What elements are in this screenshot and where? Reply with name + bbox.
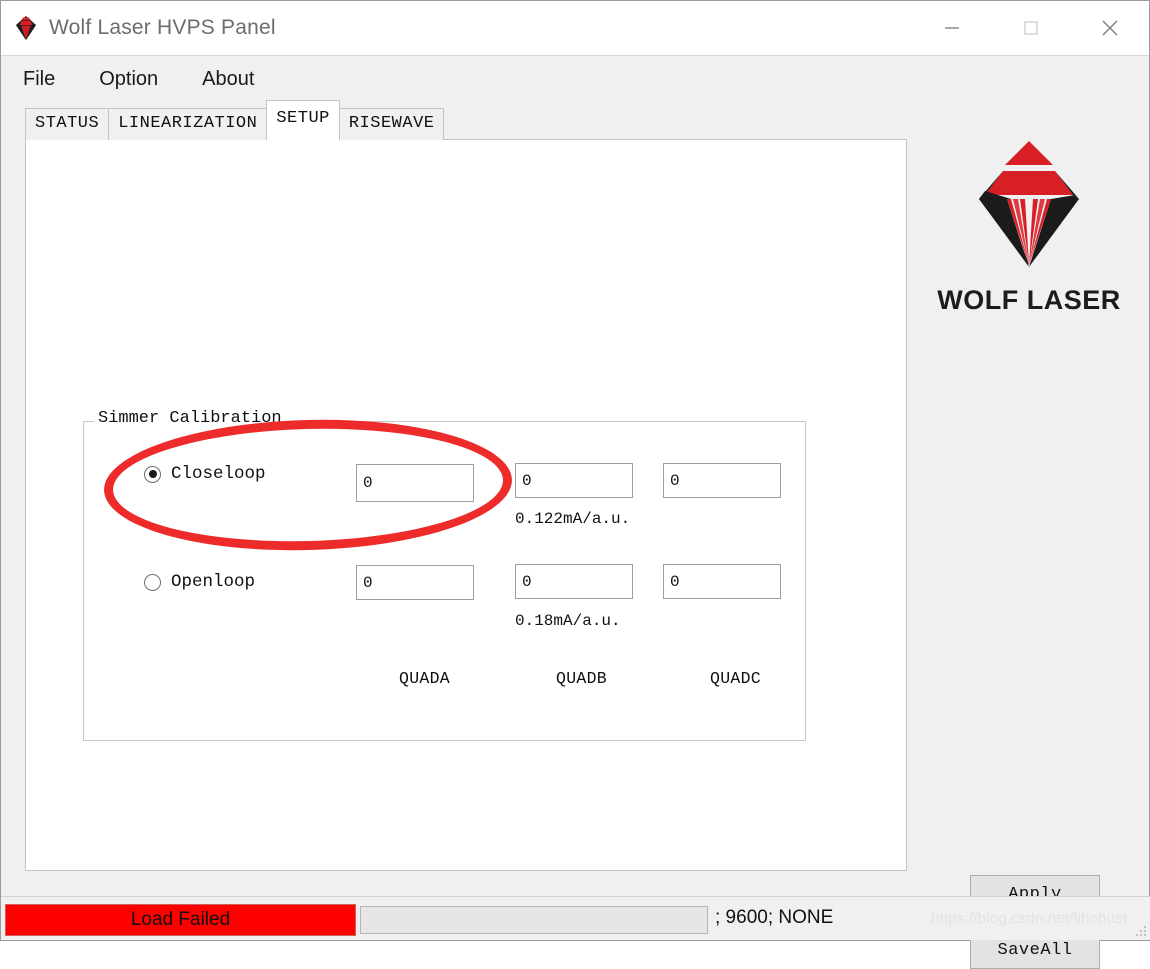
status-bar: Load Failed ; 9600; NONE https://blog.cs…: [1, 896, 1150, 940]
tab-strip: STATUS LINEARIZATION SETUP RISEWAVE: [25, 100, 445, 140]
column-label-quadc: QUADC: [710, 669, 762, 688]
closeloop-quada-input[interactable]: 0: [356, 464, 474, 502]
wolf-laser-logo-text: WOLF LASER: [937, 285, 1121, 315]
wolf-laser-diamond-icon: [11, 13, 41, 43]
status-port-info: ; 9600; NONE: [715, 907, 834, 928]
closeloop-quadb-input[interactable]: 0: [515, 463, 633, 498]
closeloop-unit-label: 0.122mA/a.u.: [515, 510, 631, 528]
resize-grip[interactable]: [1134, 924, 1148, 938]
closeloop-radio-label: Closeloop: [171, 464, 266, 484]
minimize-button[interactable]: [912, 1, 991, 55]
closeloop-quadc-input[interactable]: 0: [663, 463, 781, 498]
menu-bar: File Option About: [1, 56, 1149, 103]
menu-item-about[interactable]: About: [202, 68, 254, 91]
openloop-quadc-input[interactable]: 0: [663, 564, 781, 599]
wolf-laser-diamond-logo: [949, 133, 1109, 283]
status-alert-badge: Load Failed: [5, 904, 356, 936]
wolf-laser-logo-block: WOLF LASER: [919, 133, 1139, 316]
openloop-quadb-input[interactable]: 0: [515, 564, 633, 599]
simmer-calibration-title: Simmer Calibration: [94, 409, 286, 428]
application-window: Wolf Laser HVPS Panel File Option About …: [0, 0, 1150, 969]
tab-page-setup: Simmer Calibration Closeloop 0 0 0 0.122…: [25, 139, 907, 871]
column-label-quada: QUADA: [399, 669, 451, 688]
openloop-radio-row[interactable]: Openloop: [144, 572, 255, 592]
close-button[interactable]: [1070, 1, 1149, 55]
simmer-calibration-groupbox: Simmer Calibration Closeloop 0 0 0 0.122…: [83, 409, 806, 741]
client-area: STATUS LINEARIZATION SETUP RISEWAVE Simm…: [1, 100, 1150, 969]
tab-status[interactable]: STATUS: [25, 108, 110, 140]
menu-item-option[interactable]: Option: [99, 68, 158, 91]
closeloop-radio-dot[interactable]: [144, 465, 161, 483]
menu-item-file[interactable]: File: [23, 68, 55, 91]
column-label-quadb: QUADB: [556, 669, 608, 688]
tab-risewave[interactable]: RISEWAVE: [338, 108, 445, 140]
watermark-text: https://blog.csdn.net/libohust: [931, 910, 1128, 927]
openloop-quada-input[interactable]: 0: [356, 565, 474, 600]
openloop-unit-label: 0.18mA/a.u.: [515, 612, 621, 630]
closeloop-radio-row[interactable]: Closeloop: [144, 464, 266, 484]
tab-setup[interactable]: SETUP: [266, 100, 340, 140]
tab-linearization[interactable]: LINEARIZATION: [108, 108, 268, 140]
openloop-radio-label: Openloop: [171, 572, 256, 592]
maximize-button[interactable]: [991, 1, 1070, 55]
openloop-radio-dot[interactable]: [144, 573, 161, 591]
status-progress-bar: [360, 906, 708, 934]
title-bar: Wolf Laser HVPS Panel: [1, 1, 1149, 56]
window-title: Wolf Laser HVPS Panel: [49, 16, 276, 39]
